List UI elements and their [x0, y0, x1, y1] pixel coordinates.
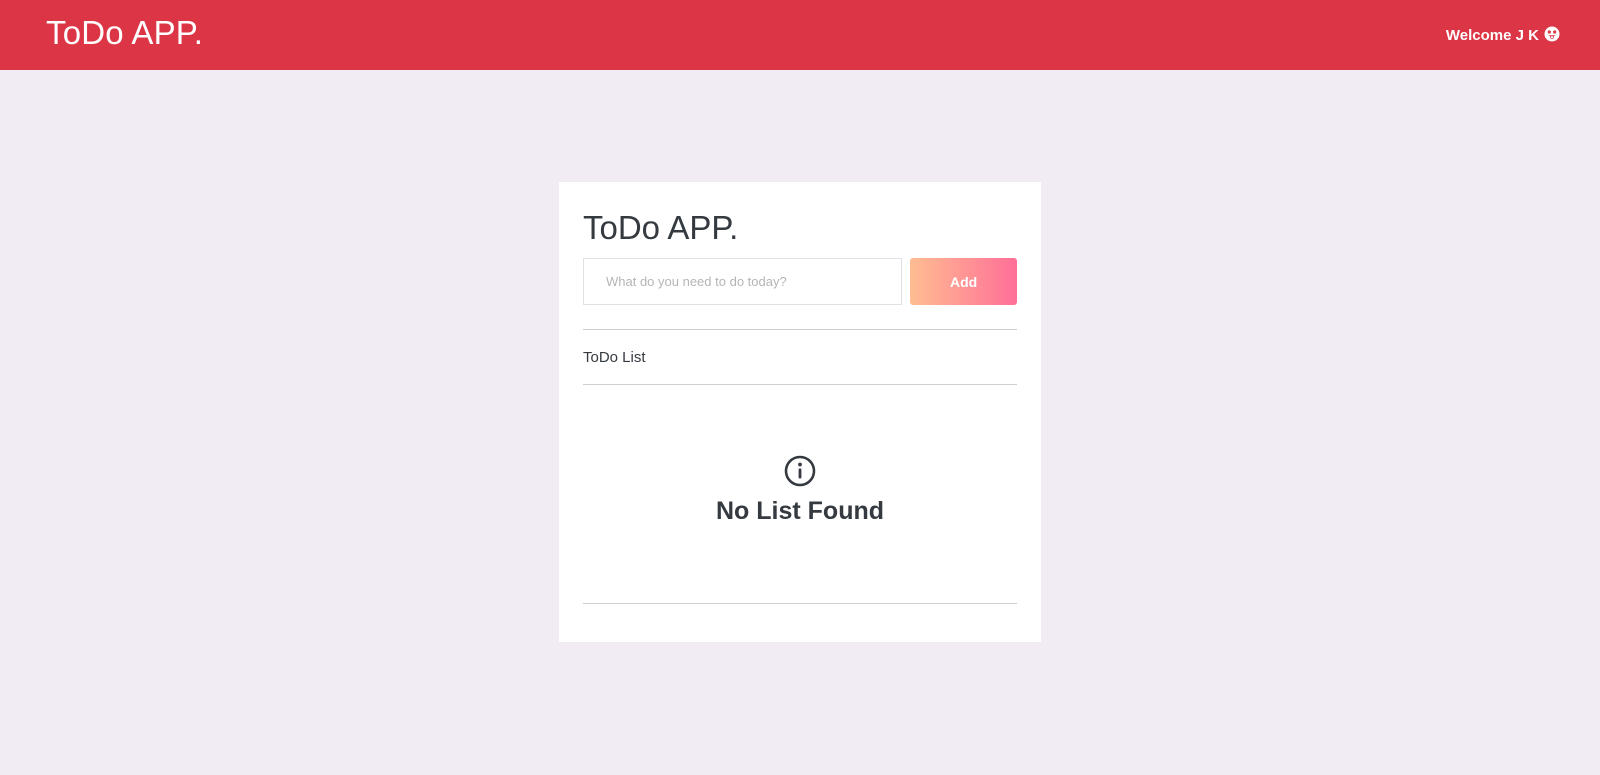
grin-tongue-icon	[1544, 26, 1560, 41]
top-navbar: ToDo APP. Welcome J K	[0, 0, 1600, 70]
todo-card: ToDo APP. Add ToDo List No List Found	[559, 182, 1041, 642]
empty-state: No List Found	[583, 385, 1017, 603]
divider	[583, 603, 1017, 604]
navbar-brand[interactable]: ToDo APP.	[46, 14, 203, 52]
add-todo-form: Add	[583, 258, 1017, 305]
welcome-text: Welcome J K	[1445, 26, 1539, 44]
list-heading: ToDo List	[583, 349, 646, 366]
info-circle-icon	[784, 455, 816, 487]
welcome-user[interactable]: Welcome J K	[1445, 26, 1560, 44]
todo-input[interactable]	[583, 258, 903, 305]
empty-message: No List Found	[715, 497, 885, 525]
card-title: ToDo APP.	[583, 209, 739, 246]
add-button[interactable]: Add	[910, 258, 1017, 305]
